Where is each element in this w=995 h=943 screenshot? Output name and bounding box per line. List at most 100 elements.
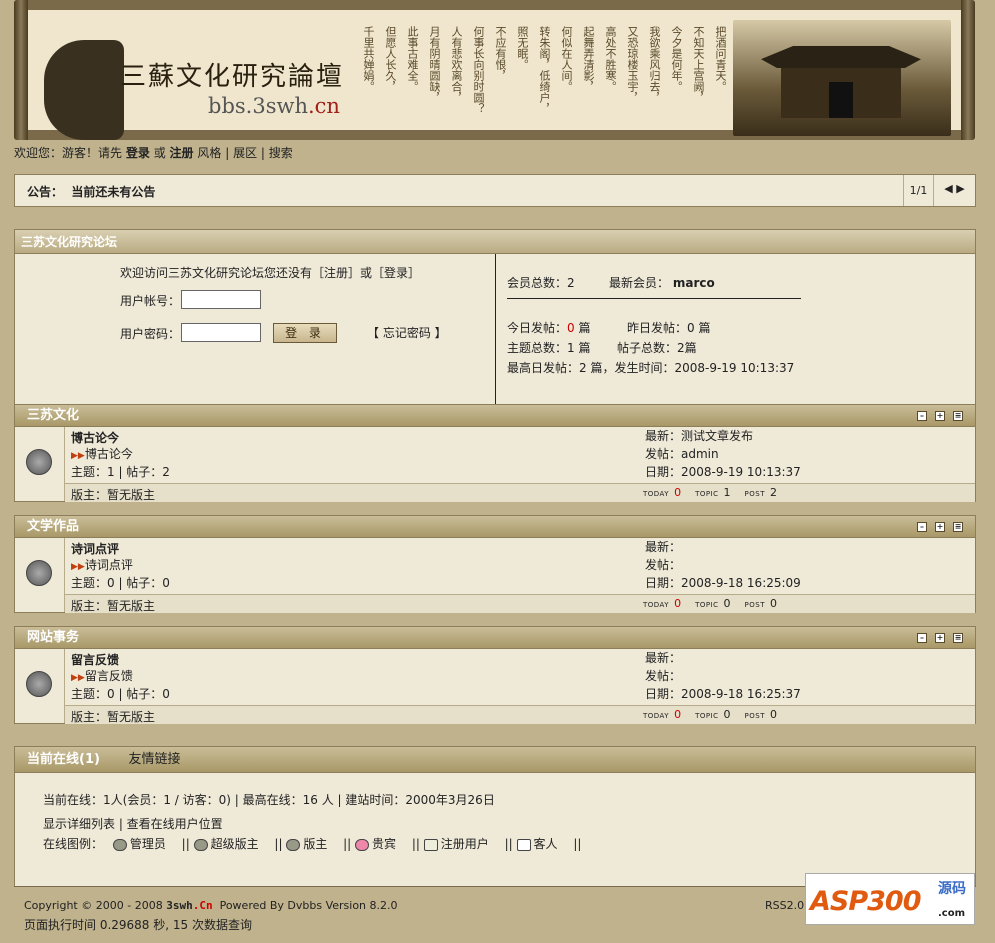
- category-header[interactable]: 文学作品 – + ≡: [14, 515, 976, 537]
- banner-panel: 三蘇文化研究論壇 bbs.3swh.cn 明月几时有？把酒问青天。不知天上宫阙，…: [24, 10, 965, 140]
- last-post-link[interactable]: 最新：: [645, 538, 681, 555]
- poem-line: 高处不胜寒。: [604, 26, 617, 92]
- banner: 三蘇文化研究論壇 bbs.3swh.cn 明月几时有？把酒问青天。不知天上宫阙，…: [14, 0, 975, 140]
- poem-line: 何事长向别时圆？: [472, 26, 485, 114]
- grid-icon[interactable]: +: [935, 522, 945, 532]
- today-posts: 今日发帖：0 篇: [507, 321, 591, 335]
- password-label: 用户密码：: [120, 327, 181, 341]
- last-post-date: 日期：2008-9-18 16:25:09: [645, 576, 801, 590]
- poem-text: 明月几时有？把酒问青天。不知天上宫阙，今夕是何年。我欲乘风归去，又恐琼楼玉宇，高…: [362, 26, 749, 126]
- minimize-icon[interactable]: –: [917, 522, 927, 532]
- site-logo-domain[interactable]: bbs.3swh.cn: [208, 94, 340, 118]
- guest-icon: [516, 838, 531, 851]
- topic-total: 主题总数：1 篇: [507, 341, 591, 355]
- asp300-logo[interactable]: ASP300 源码 .com: [805, 873, 975, 925]
- rss-link[interactable]: RSS2.0: [765, 899, 804, 912]
- tab-links[interactable]: 友情链接: [128, 752, 180, 767]
- forum-stats-row: TODAY 0 TOPIC 0 POST 0: [643, 597, 777, 610]
- category-block: 文学作品 – + ≡ 诗词点评 ▶▶诗词点评 主题：0 | 帖子：0 最新： 发帖： …: [14, 515, 976, 613]
- forum-name-link[interactable]: 博古论今: [71, 429, 119, 446]
- announcement-page: 1/1: [903, 175, 933, 206]
- username-input[interactable]: [181, 290, 261, 309]
- forum-counts: 主题：0 | 帖子：0: [71, 576, 170, 590]
- last-post-date: 日期：2008-9-19 10:13:37: [645, 465, 801, 479]
- welcome-panel: 三苏文化研究论坛 欢迎访问三苏文化研究论坛您还没有［注册］或［登录］ 用户帐号：…: [14, 229, 976, 413]
- legend-vip: 贵宾: [355, 837, 402, 851]
- login-button[interactable]: 登 录: [273, 323, 337, 343]
- legend-supermod: 超级版主: [193, 837, 265, 851]
- poem-line: 转朱阁，低绮户，: [538, 26, 551, 114]
- admin-icon: [112, 838, 127, 851]
- logo-art-image: [44, 40, 124, 140]
- expand-icon[interactable]: ≡: [953, 411, 963, 421]
- vip-icon: [355, 838, 370, 851]
- forum-subtitle: ▶▶留言反馈: [71, 669, 133, 683]
- moderator-text: 版主：暂无版主: [71, 599, 156, 613]
- post-total: 帖子总数：2篇: [617, 341, 697, 355]
- online-tabs: 当前在线(1) 友情链接: [14, 746, 976, 772]
- online-panel: 当前在线(1) 友情链接 当前在线：1人(会员：1 / 访客：0) | 最高在线…: [14, 746, 976, 887]
- newest-member-link[interactable]: marco: [673, 276, 715, 290]
- minimize-icon[interactable]: –: [917, 633, 927, 643]
- poem-line: 今夕是何年。: [670, 26, 683, 92]
- forum-status-icon: [26, 560, 52, 586]
- logo-tld-text: .cn: [307, 94, 340, 118]
- register-link[interactable]: 注册: [170, 146, 194, 160]
- forum-stats-row: TODAY 0 TOPIC 0 POST 0: [643, 708, 777, 721]
- legend-member: 注册用户: [423, 837, 495, 851]
- forum-name-link[interactable]: 诗词点评: [71, 540, 119, 557]
- poem-line: 此事古难全。: [406, 26, 419, 92]
- poem-line: 又恐琼楼玉宇，: [626, 26, 639, 103]
- login-form: 欢迎访问三苏文化研究论坛您还没有［注册］或［登录］ 用户帐号： 用户密码： 登 …: [15, 254, 496, 412]
- logo-domain-text: bbs.3swh: [208, 94, 308, 118]
- forum-status-icon: [26, 449, 52, 475]
- forum-status-icon: [26, 671, 52, 697]
- footer-brand[interactable]: 3swh.Cn: [166, 899, 212, 912]
- search-link[interactable]: 搜索: [269, 146, 293, 160]
- forum-name-link[interactable]: 留言反馈: [71, 651, 119, 668]
- username-label: 用户帐号：: [120, 294, 181, 308]
- poem-line: 把酒问青天。: [714, 26, 727, 92]
- tab-online[interactable]: 当前在线(1): [27, 752, 100, 767]
- welcome-header: 三苏文化研究论坛: [14, 229, 976, 253]
- footer-copyright: Copyright © 2000 - 2008 3swh.Cn Powered …: [24, 899, 398, 912]
- forum-counts: 主题：1 | 帖子：2: [71, 465, 170, 479]
- category-header[interactable]: 网站事务 – + ≡: [14, 626, 976, 648]
- grid-icon[interactable]: +: [935, 411, 945, 421]
- poem-line: 照无眠。: [516, 26, 529, 70]
- site-logo-title[interactable]: 三蘇文化研究論壇: [120, 56, 344, 93]
- online-legend: 在线图例： 管理员 || 超级版主 || 版主 || 贵宾 || 注册用户 ||…: [43, 837, 582, 851]
- category-header[interactable]: 三苏文化 – + ≡: [14, 404, 976, 426]
- supermod-icon: [193, 838, 208, 851]
- powered-by[interactable]: Powered By Dvbbs Version 8.2.0: [220, 899, 398, 912]
- last-poster[interactable]: 发帖：: [645, 667, 681, 684]
- poem-line: 但愿人长久，: [384, 26, 397, 92]
- poem-line: 不知天上宫阙，: [692, 26, 705, 103]
- poem-line: 何似在人间。: [560, 26, 573, 92]
- grid-icon[interactable]: +: [935, 633, 945, 643]
- legend-mod: 版主: [286, 837, 333, 851]
- forum-stats-row: TODAY 0 TOPIC 1 POST 2: [643, 486, 777, 499]
- member-count: 会员总数：2: [507, 276, 575, 290]
- password-input[interactable]: [181, 323, 261, 342]
- online-detail-links[interactable]: 显示详细列表 | 查看在线用户位置: [43, 815, 223, 832]
- login-link[interactable]: 登录: [126, 146, 150, 160]
- legend-guest: 客人: [516, 837, 564, 851]
- style-link[interactable]: 风格: [197, 146, 221, 160]
- expand-icon[interactable]: ≡: [953, 522, 963, 532]
- last-post-link[interactable]: 最新：测试文章发布: [645, 427, 753, 444]
- poem-line: 我欲乘风归去，: [648, 26, 661, 103]
- announcement-arrows[interactable]: ◀ ▶: [933, 175, 975, 206]
- forgot-password-link[interactable]: 【 忘记密码 】: [367, 324, 447, 341]
- greeting-text: 欢迎您：游客！请先: [14, 146, 123, 160]
- expand-icon[interactable]: ≡: [953, 633, 963, 643]
- last-poster[interactable]: 发帖：admin: [645, 445, 719, 462]
- member-icon: [423, 838, 438, 851]
- scroll-left-ornament: [14, 0, 28, 140]
- top-nav: 欢迎您：游客！请先 登录 或 注册 风格 | 展区 | 搜索: [14, 146, 293, 160]
- last-post-link[interactable]: 最新：: [645, 649, 681, 666]
- last-poster[interactable]: 发帖：: [645, 556, 681, 573]
- gallery-link[interactable]: 展区: [233, 146, 257, 160]
- minimize-icon[interactable]: –: [917, 411, 927, 421]
- or-text: 或: [153, 146, 166, 160]
